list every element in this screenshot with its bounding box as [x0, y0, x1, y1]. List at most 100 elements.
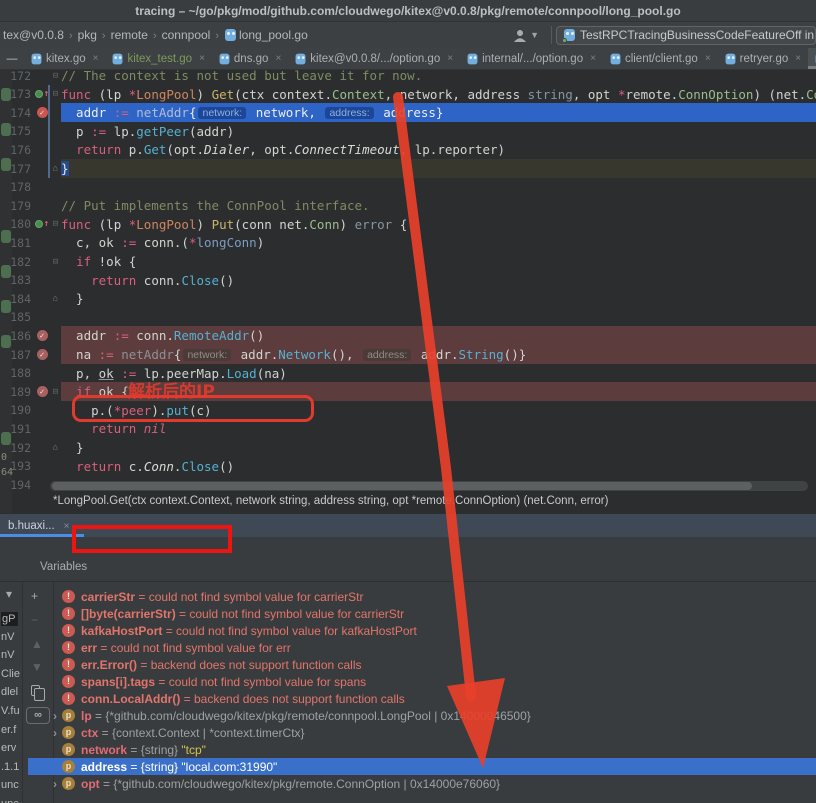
- variable-row[interactable]: ›!carrierStr = could not find symbol val…: [28, 588, 816, 605]
- editor-tab[interactable]: client/client.go×: [603, 48, 718, 69]
- code-line[interactable]: 179// Put implements the ConnPool interf…: [0, 196, 816, 215]
- close-tab-icon[interactable]: ×: [447, 53, 453, 64]
- code-line[interactable]: 192⌂ }: [0, 438, 816, 457]
- close-tab-icon[interactable]: ×: [590, 53, 596, 64]
- variable-row[interactable]: ›!spans[i].tags = could not find symbol …: [28, 673, 816, 690]
- code-text[interactable]: if ok {: [61, 382, 816, 401]
- variable-row[interactable]: ›![]byte(carrierStr) = could not find sy…: [28, 605, 816, 622]
- breakpoint-icon[interactable]: ✓: [37, 107, 48, 118]
- code-line[interactable]: 178: [0, 178, 816, 197]
- code-text[interactable]: if !ok {: [61, 252, 816, 271]
- frame-entry-partial[interactable]: erv: [1, 742, 16, 754]
- frame-entry-partial[interactable]: nV: [1, 631, 14, 643]
- hidden-tabs-indicator[interactable]: —: [0, 48, 24, 69]
- code-text[interactable]: [61, 178, 816, 197]
- code-line[interactable]: 187✓ na := netAddr{network: addr.Network…: [0, 345, 816, 364]
- horizontal-scrollbar[interactable]: [50, 481, 808, 491]
- expand-chevron-icon[interactable]: ›: [48, 726, 62, 740]
- variable-row[interactable]: ›popt = {*github.com/cloudwego/kitex/pkg…: [28, 775, 816, 792]
- variable-row[interactable]: ›pctx = {context.Context | *context.time…: [28, 724, 816, 741]
- code-line[interactable]: 193 return c.Conn.Close(): [0, 457, 816, 476]
- variable-row[interactable]: ›plp = {*github.com/cloudwego/kitex/pkg/…: [28, 707, 816, 724]
- expand-chevron-icon[interactable]: ›: [48, 777, 62, 791]
- code-line[interactable]: 173↑⊟func (lp *LongPool) Get(ctx context…: [0, 85, 816, 104]
- expand-chevron-icon[interactable]: ›: [48, 709, 62, 723]
- frame-entry-partial[interactable]: unc: [1, 798, 19, 803]
- user-profile-button[interactable]: ▼: [505, 29, 547, 42]
- code-text[interactable]: return c.Conn.Close(): [61, 457, 816, 476]
- frames-dropdown-icon[interactable]: ▾: [6, 587, 12, 601]
- code-line[interactable]: 183 return conn.Close(): [0, 271, 816, 290]
- fold-marker[interactable]: ⊟: [50, 219, 61, 229]
- code-line[interactable]: 184⌂ }: [0, 289, 816, 308]
- code-text[interactable]: p := lp.getPeer(addr): [61, 122, 816, 141]
- breadcrumb-file[interactable]: long_pool.go: [239, 28, 308, 42]
- code-text[interactable]: }: [61, 289, 816, 308]
- fold-marker[interactable]: ⊟: [50, 89, 61, 99]
- code-text[interactable]: // The context is not used but leave it …: [61, 70, 816, 85]
- frame-entry-partial[interactable]: dlel: [1, 686, 18, 698]
- code-line[interactable]: 191 return nil: [0, 419, 816, 438]
- editor-tab[interactable]: kitex@v0.0.8/.../option.go×: [288, 48, 460, 69]
- fold-marker[interactable]: ⌂: [50, 294, 61, 304]
- scrollbar-thumb[interactable]: [52, 482, 752, 490]
- variable-row[interactable]: ›pnetwork = {string} "tcp": [28, 741, 816, 758]
- code-text[interactable]: c, ok := conn.(*longConn): [61, 233, 816, 252]
- breakpoint-icon[interactable]: ✓: [37, 386, 48, 397]
- frame-entry-partial[interactable]: nV: [1, 649, 14, 661]
- code-line[interactable]: 175 p := lp.getPeer(addr): [0, 122, 816, 141]
- code-text[interactable]: return conn.Close(): [61, 271, 816, 290]
- code-text[interactable]: return p.Get(opt.Dialer, opt.ConnectTime…: [61, 140, 816, 159]
- code-text[interactable]: // Put implements the ConnPool interface…: [61, 196, 816, 215]
- code-line[interactable]: 182⊟ if !ok {: [0, 252, 816, 271]
- code-editor[interactable]: 064 172⊟// The context is not used but l…: [0, 70, 816, 513]
- variable-row[interactable]: ›!kafkaHostPort = could not find symbol …: [28, 622, 816, 639]
- code-text[interactable]: func (lp *LongPool) Put(conn net.Conn) e…: [61, 215, 816, 234]
- code-text[interactable]: addr := conn.RemoteAddr(): [61, 326, 816, 345]
- breadcrumb-item[interactable]: connpool: [162, 28, 211, 42]
- frame-entry-partial[interactable]: unc: [1, 779, 19, 791]
- code-line[interactable]: 188 p, ok := lp.peerMap.Load(na): [0, 364, 816, 383]
- code-text[interactable]: p.(*peer).put(c): [61, 401, 816, 420]
- frame-entry-partial[interactable]: gP: [1, 612, 18, 626]
- code-line[interactable]: 180↑⊟func (lp *LongPool) Put(conn net.Co…: [0, 215, 816, 234]
- fold-marker[interactable]: ⊟: [50, 71, 61, 81]
- code-text[interactable]: p, ok := lp.peerMap.Load(na): [61, 364, 816, 383]
- code-line[interactable]: 177⌂}: [0, 159, 816, 178]
- close-tab-icon[interactable]: ×: [705, 53, 711, 64]
- code-line[interactable]: 186✓ addr := conn.RemoteAddr(): [0, 326, 816, 345]
- frame-entry-partial[interactable]: .1.1: [1, 761, 19, 773]
- run-configuration-selector[interactable]: TestRPCTracingBusinessCodeFeatureOff in …: [556, 26, 816, 45]
- code-text[interactable]: addr := netAddr{network: network, addres…: [61, 103, 816, 122]
- fold-marker[interactable]: ⊟: [50, 257, 61, 267]
- code-line[interactable]: 181 c, ok := conn.(*longConn): [0, 233, 816, 252]
- editor-tab[interactable]: kitex_test.go×: [105, 48, 211, 69]
- variable-row[interactable]: ›paddress = {string} "local.com:31990": [28, 758, 816, 775]
- variable-row[interactable]: ›!err = could not find symbol value for …: [28, 639, 816, 656]
- fold-marker[interactable]: ⌂: [50, 164, 61, 174]
- overrides-method-icon[interactable]: ↑: [35, 219, 49, 229]
- code-line[interactable]: 174✓ addr := netAddr{network: network, a…: [0, 103, 816, 122]
- frame-entry-partial[interactable]: er.f: [1, 724, 16, 736]
- frame-entry-partial[interactable]: V.fu: [1, 705, 20, 717]
- close-tab-icon[interactable]: ×: [199, 53, 205, 64]
- code-line[interactable]: 172⊟// The context is not used but leave…: [0, 70, 816, 85]
- code-line[interactable]: 185: [0, 308, 816, 327]
- editor-tab[interactable]: internal/.../option.go×: [460, 48, 603, 69]
- code-text[interactable]: }: [61, 159, 816, 178]
- editor-tab[interactable]: long_pool.go: [808, 48, 816, 69]
- breakpoint-icon[interactable]: ✓: [37, 349, 48, 360]
- editor-tab[interactable]: retryer.go×: [718, 48, 808, 69]
- code-line[interactable]: 176 return p.Get(opt.Dialer, opt.Connect…: [0, 140, 816, 159]
- variable-row[interactable]: ›!err.Error() = backend does not support…: [28, 656, 816, 673]
- frame-entry-partial[interactable]: Clie: [1, 668, 20, 680]
- variable-row[interactable]: ›!conn.LocalAddr() = backend does not su…: [28, 690, 816, 707]
- code-line[interactable]: 190 p.(*peer).put(c): [0, 401, 816, 420]
- breadcrumb-item[interactable]: tex@v0.0.8: [3, 28, 64, 42]
- code-text[interactable]: na := netAddr{network: addr.Network(), a…: [61, 345, 816, 364]
- code-line[interactable]: 189✓⊟ if ok {: [0, 382, 816, 401]
- breakpoint-icon[interactable]: ✓: [37, 330, 48, 341]
- close-tab-icon[interactable]: ×: [93, 53, 99, 64]
- breadcrumb-item[interactable]: pkg: [78, 28, 97, 42]
- code-text[interactable]: func (lp *LongPool) Get(ctx context.Cont…: [61, 85, 816, 104]
